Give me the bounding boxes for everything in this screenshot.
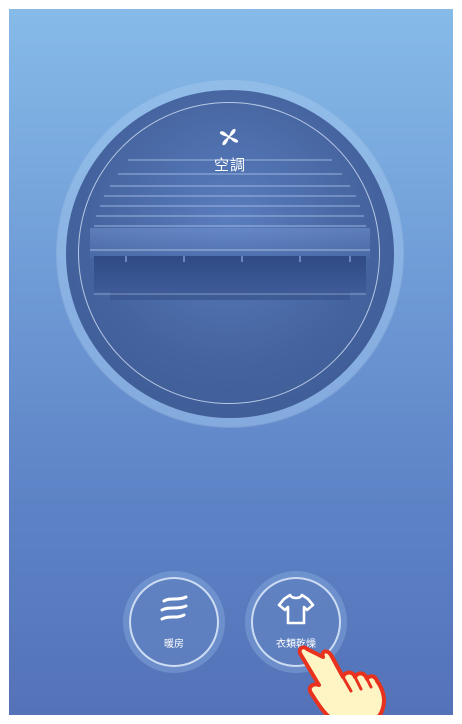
pointing-hand-icon	[297, 645, 386, 715]
mode-display-dial: 空調	[57, 81, 403, 427]
heating-mode-button[interactable]: 暖房	[123, 571, 225, 673]
mode-label: 空調	[213, 156, 246, 174]
heat-waves-icon	[160, 595, 188, 621]
heating-button-label: 暖房	[164, 639, 184, 650]
shirt-icon	[277, 593, 315, 625]
mode-display-face: 空調	[66, 90, 394, 418]
screen: 空調 暖房 衣類乾燥	[9, 9, 453, 715]
fan-icon	[219, 128, 239, 146]
